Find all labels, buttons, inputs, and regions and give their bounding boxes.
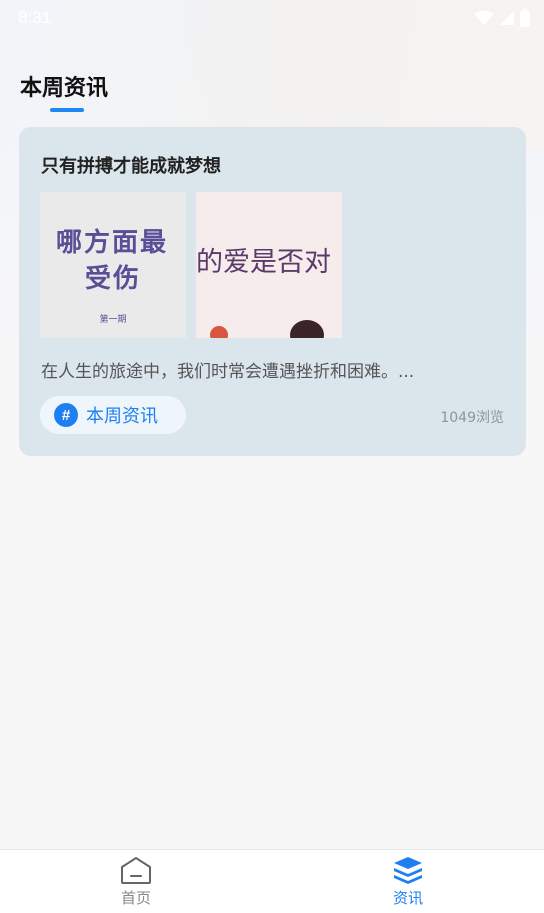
figure-decoration — [290, 320, 324, 338]
page-title: 本周资讯 — [20, 76, 109, 101]
nav-home-label: 首页 — [120, 889, 151, 907]
home-icon — [121, 857, 151, 884]
article-title: 只有拼搏才能成就梦想 — [41, 156, 221, 177]
hashtag-icon: # — [54, 403, 78, 427]
article-card[interactable]: 只有拼搏才能成就梦想 哪方面最 受伤 第一期 的爱是否对 在人生的旅途中，我们时… — [19, 127, 526, 456]
image-1-text-line3: 第一期 — [99, 315, 127, 325]
title-underline — [50, 108, 84, 112]
topic-tag[interactable]: # 本周资讯 — [40, 396, 186, 434]
status-icons — [474, 9, 530, 27]
nav-item-home[interactable]: 首页 — [0, 850, 272, 913]
nav-news-label: 资讯 — [392, 889, 423, 907]
nav-item-news[interactable]: 资讯 — [272, 850, 544, 913]
article-description: 在人生的旅途中，我们时常会遭遇挫折和困难。... — [41, 362, 415, 382]
view-count: 1049浏览 — [440, 410, 504, 426]
battery-icon — [520, 9, 530, 27]
article-image-1[interactable]: 哪方面最 受伤 第一期 — [40, 192, 186, 338]
article-image-2[interactable]: 的爱是否对 — [196, 192, 342, 338]
bottom-nav: 首页 资讯 — [0, 849, 544, 913]
flower-decoration — [210, 326, 228, 338]
status-bar: 8:31 — [0, 0, 544, 36]
signal-icon — [500, 11, 514, 25]
status-time: 8:31 — [18, 8, 52, 27]
wifi-icon — [474, 10, 494, 25]
topic-tag-label: 本周资讯 — [86, 406, 158, 427]
layers-icon — [394, 857, 422, 884]
image-1-text-line2: 受伤 — [84, 264, 141, 294]
image-1-text-line1: 哪方面最 — [55, 228, 168, 258]
image-2-text: 的爱是否对 — [196, 247, 331, 278]
